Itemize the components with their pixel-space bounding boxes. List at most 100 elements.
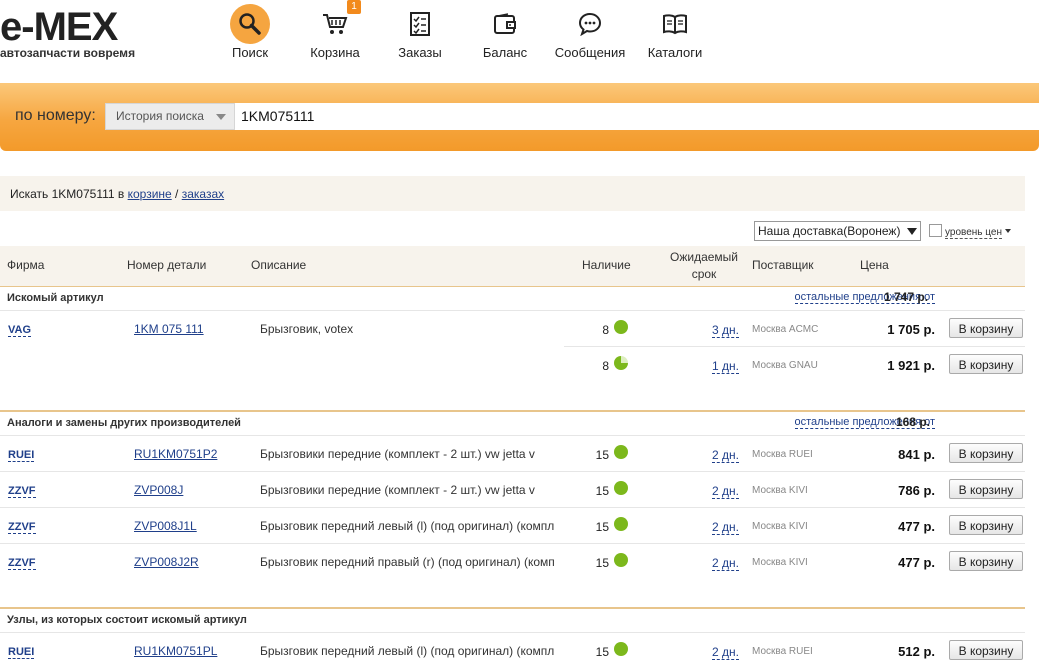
part-number-link[interactable]: RU1KM0751P2 — [134, 447, 217, 461]
search-in-cart-orders-strip: Искать 1KM075111 в корзине / заказах — [0, 176, 1025, 211]
section-searched-article: Искомый артикул остальные предложения от… — [0, 286, 1025, 311]
brand-link[interactable]: RUEI — [8, 646, 35, 659]
part-description: Брызговики передние (комплект - 2 шт.) v… — [260, 447, 535, 461]
delivery-days-link[interactable]: 2 дн. — [712, 520, 739, 535]
availability-dot-icon — [614, 553, 628, 567]
search-bar: по номеру: История поиска — [0, 83, 1039, 151]
brand-link[interactable]: ZZVF — [8, 485, 36, 498]
column-expected-line2: срок — [691, 267, 717, 281]
brand-link[interactable]: RUEI — [8, 449, 35, 462]
price-value: 512 р. — [898, 644, 935, 659]
part-number-link[interactable]: 1KM 075 111 — [134, 322, 204, 336]
availability-dot-icon — [614, 356, 628, 370]
table-row: 8 1 дн. Москва GNAU 1 921 р. В корзину — [564, 346, 1025, 383]
part-description: Брызговик, votex — [260, 322, 354, 336]
nav-orders-label: Заказы — [398, 45, 442, 60]
nav-balance-label: Баланс — [482, 45, 528, 60]
part-description: Брызговики передние (комплект - 2 шт.) v… — [260, 483, 535, 497]
supplier-name: Москва KIVI — [752, 485, 808, 496]
delivery-days-link[interactable]: 3 дн. — [712, 323, 739, 338]
add-to-cart-button[interactable]: В корзину — [949, 640, 1023, 660]
delivery-days-link[interactable]: 2 дн. — [712, 448, 739, 463]
wallet-icon — [485, 4, 525, 44]
delivery-selected-value: Наша доставка(Воронеж) — [758, 224, 901, 238]
supplier-name: Москва RUEI — [752, 646, 813, 657]
brand-link[interactable]: VAG — [8, 324, 32, 337]
price-value: 1 921 р. — [887, 358, 935, 373]
add-to-cart-button[interactable]: В корзину — [949, 479, 1023, 499]
catalog-book-icon — [655, 4, 695, 44]
stock-qty: 8 — [602, 359, 609, 373]
price-value: 477 р. — [898, 555, 935, 570]
add-to-cart-button[interactable]: В корзину — [949, 515, 1023, 535]
emex-logo[interactable]: e-MEX автозапчасти вовремя — [0, 6, 170, 62]
supplier-name: Москва ACMC — [752, 324, 819, 335]
nav-search-label: Поиск — [231, 45, 269, 60]
price-level-label: уровень цен — [945, 227, 1002, 239]
stock-qty: 15 — [595, 645, 609, 659]
availability-dot-icon — [614, 642, 628, 656]
column-description: Описание — [251, 258, 307, 272]
brand-link[interactable]: ZZVF — [8, 557, 36, 570]
part-number-link[interactable]: ZVP008J1L — [134, 519, 197, 533]
magnifier-icon — [230, 4, 270, 44]
price-value: 477 р. — [898, 519, 935, 534]
column-firm: Фирма — [7, 258, 45, 272]
supplier-name: Москва KIVI — [752, 521, 808, 532]
search-in-cart-link[interactable]: корзине — [128, 187, 172, 201]
price-value: 1 705 р. — [887, 322, 935, 337]
column-expected-term: Ожидаемый срок — [664, 249, 744, 283]
availability-dot-icon — [614, 445, 628, 459]
stock-qty: 15 — [595, 556, 609, 570]
delivery-days-link[interactable]: 1 дн. — [712, 359, 739, 374]
stock-qty: 8 — [602, 323, 609, 337]
nav-search[interactable]: Поиск — [208, 0, 292, 70]
part-description: Брызговик передний левый (l) (под оригин… — [260, 644, 555, 658]
results-table-header: Фирма Номер детали Описание Наличие Ожид… — [0, 246, 1025, 287]
part-description: Брызговик передний правый (r) (под ориги… — [260, 555, 555, 569]
search-mode-label: по номеру: — [15, 107, 96, 124]
nav-catalogs[interactable]: Каталоги — [633, 0, 717, 70]
availability-dot-icon — [614, 320, 628, 334]
logo-tagline: автозапчасти вовремя — [0, 46, 136, 60]
add-to-cart-button[interactable]: В корзину — [949, 354, 1023, 374]
search-history-dropdown[interactable]: История поиска — [105, 103, 235, 130]
part-number-link[interactable]: ZVP008J2R — [134, 555, 199, 569]
part-number-search-input[interactable] — [235, 103, 1039, 130]
orders-icon — [400, 4, 440, 44]
add-to-cart-button[interactable]: В корзину — [949, 551, 1023, 571]
search-in-separator: / — [171, 187, 182, 201]
nav-messages-label: Сообщения — [554, 45, 626, 60]
table-row: ZZVF ZVP008J2R Брызговик передний правый… — [0, 543, 1025, 580]
part-number-link[interactable]: RU1KM0751PL — [134, 644, 217, 658]
price-level-checkbox[interactable] — [929, 224, 942, 237]
column-availability: Наличие — [582, 258, 631, 272]
stock-qty: 15 — [595, 448, 609, 462]
availability-dot-icon — [614, 481, 628, 495]
delivery-days-link[interactable]: 2 дн. — [712, 645, 739, 660]
part-number-link[interactable]: ZVP008J — [134, 483, 183, 497]
section-analogs: Аналоги и замены других производителей о… — [0, 410, 1025, 436]
stock-qty: 15 — [595, 520, 609, 534]
price-value: 841 р. — [898, 447, 935, 462]
brand-link[interactable]: ZZVF — [8, 521, 36, 534]
caret-down-icon — [1004, 229, 1011, 233]
delivery-days-link[interactable]: 2 дн. — [712, 484, 739, 499]
price-level-toggle[interactable]: уровень цен — [929, 224, 1011, 239]
add-to-cart-button[interactable]: В корзину — [949, 318, 1023, 338]
add-to-cart-button[interactable]: В корзину — [949, 443, 1023, 463]
emex-logo-mark: e-MEX — [0, 6, 120, 46]
nav-messages[interactable]: Сообщения — [548, 0, 632, 70]
nav-cart-label: Корзина — [310, 45, 360, 60]
table-row: ZZVF ZVP008J Брызговики передние (компле… — [0, 471, 1025, 508]
nav-orders[interactable]: Заказы — [378, 0, 462, 70]
nav-balance[interactable]: Баланс — [463, 0, 547, 70]
section-title: Узлы, из которых состоит искомый артикул — [7, 614, 247, 626]
nav-cart[interactable]: 1 Корзина — [293, 0, 377, 70]
search-in-orders-link[interactable]: заказах — [182, 187, 224, 201]
delivery-days-link[interactable]: 2 дн. — [712, 556, 739, 571]
search-in-prefix: Искать 1KM075111 в — [10, 187, 128, 201]
cart-count-badge: 1 — [347, 0, 361, 14]
delivery-select[interactable]: Наша доставка(Воронеж) — [754, 221, 921, 241]
section-title: Аналоги и замены других производителей — [7, 417, 241, 429]
